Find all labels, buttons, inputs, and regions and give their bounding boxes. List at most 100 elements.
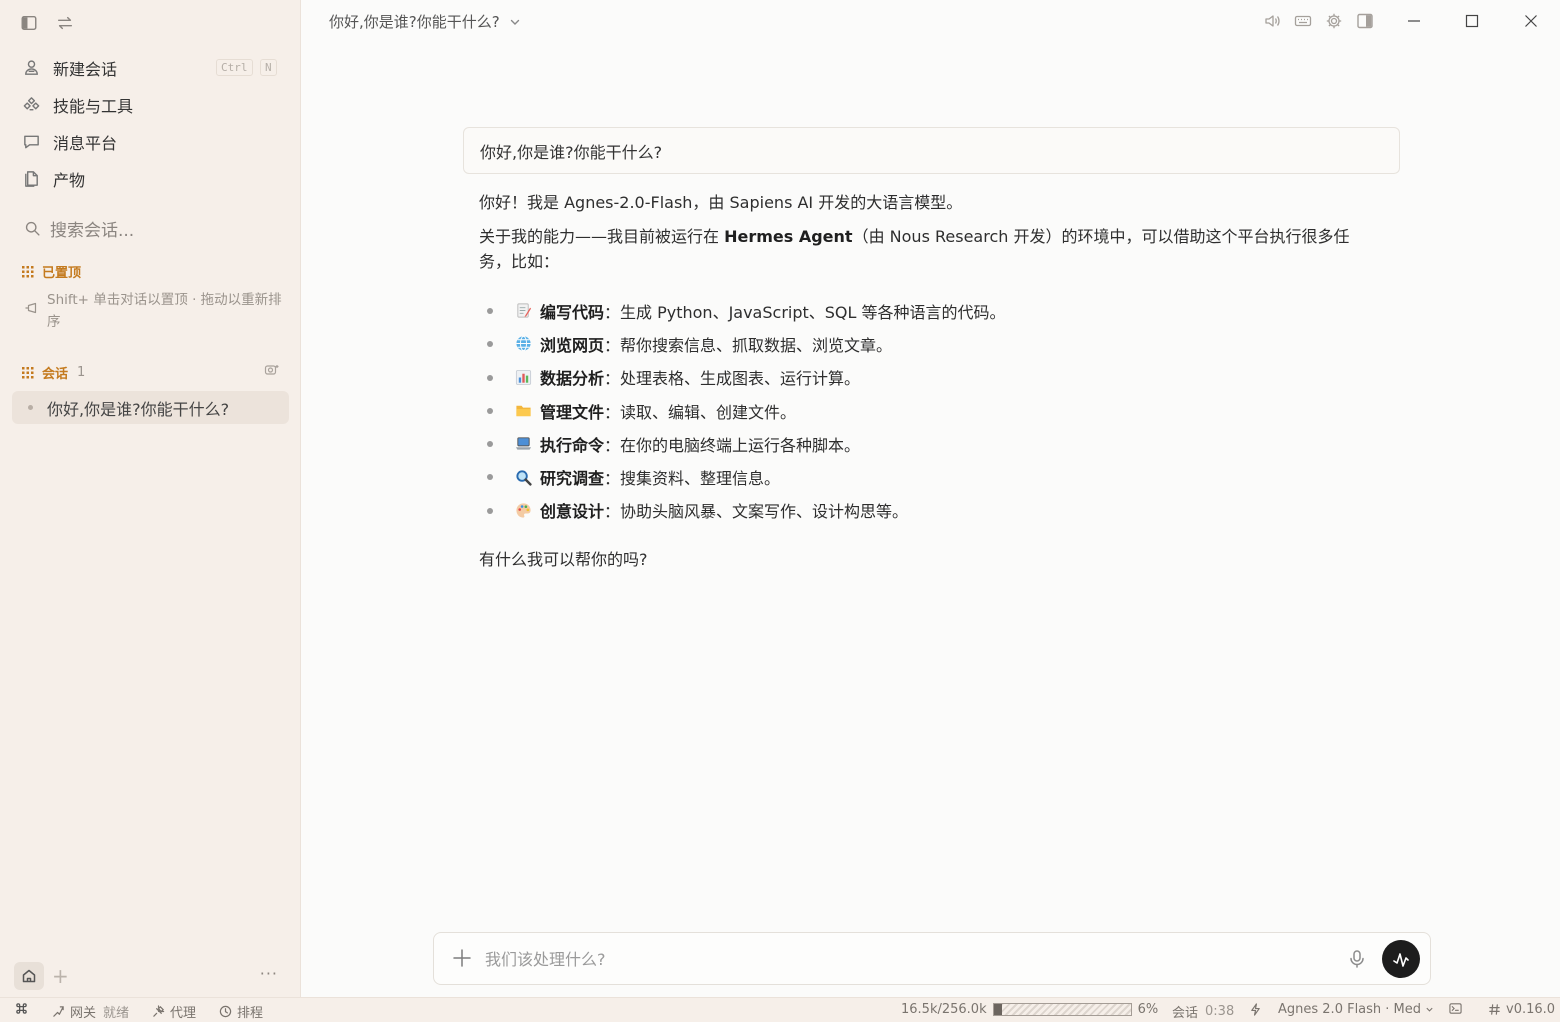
session-search[interactable]: 搜索会话... [24,216,134,241]
maximize-icon[interactable] [1462,11,1482,31]
grid-icon [22,265,34,277]
composer [433,932,1431,985]
capability-list: 编写代码 ：生成 Python、JavaScript、SQL 等各种语言的代码。 … [479,294,1379,527]
chevron-down-icon [510,19,519,25]
minimize-icon[interactable] [1404,11,1424,31]
capability-desc: ：读取、编辑、创建文件。 [604,402,797,422]
message-bubble-icon [24,135,39,149]
conversation-title-dropdown[interactable]: 你好,你是谁?你能干什么? [329,11,521,32]
right-panel-icon[interactable] [1355,11,1375,31]
capability-title: 数据分析 [540,369,605,389]
laptop-icon [514,435,532,453]
more-button[interactable]: ··· [260,964,278,983]
new-chat-icon [25,60,38,75]
session-timer: 会话 0:38 [1172,1002,1234,1021]
search-placeholder: 搜索会话... [50,221,135,241]
model-selector[interactable]: Agnes 2.0 Flash · Med [1249,1002,1434,1017]
shortcut-ctrl-key: Ctrl [216,59,253,76]
document-copy-icon [25,171,38,187]
shortcut-n-key: N [260,59,277,76]
pinned-section-header: 已置顶 [22,262,81,281]
capability-desc: ：处理表格、生成图表、运行计算。 [604,369,861,389]
hash-icon [1489,1004,1500,1015]
close-icon[interactable] [1521,11,1541,31]
pinned-title: 已置顶 [42,266,82,281]
artifacts-item[interactable]: 产物 [12,160,289,197]
switch-arrows-icon[interactable] [54,12,76,34]
palette-icon [514,501,532,519]
gear-icon[interactable] [1324,11,1344,31]
sidebar-nav: 新建会话 Ctrl N 技能与工具 消息平台 产物 [12,49,289,197]
model-name: Agnes 2.0 Flash · Med [1278,1002,1422,1017]
voice-wave-icon [1393,953,1409,967]
capability-title: 创意设计 [540,502,605,522]
toolbar-icons [1262,11,1375,31]
keyboard-icon[interactable] [1293,11,1313,31]
capability-title: 研究调查 [540,469,605,489]
lightning-icon [1251,1003,1260,1016]
gateway-icon [53,1006,64,1017]
schedule-label: 排程 [237,1006,264,1021]
reply-env-prefix: 关于我的能力——我目前被运行在 [479,227,725,246]
skills-tools-item[interactable]: 技能与工具 [12,86,289,123]
command-icon[interactable] [15,1002,33,1015]
context-usage-fill [993,1004,1002,1015]
new-chat-item[interactable]: 新建会话 Ctrl N [12,49,289,86]
context-usage[interactable]: 16.5k/256.0k 6% [901,1002,1158,1017]
sessions-section-header: 会话 1 [22,363,85,382]
sessions-title: 会话 [42,367,69,382]
sidebar-bottom-bar: + ··· [14,962,290,990]
chevron-down-icon [1426,1007,1433,1012]
capability-desc: ：搜集资料、整理信息。 [604,469,781,489]
session-timer-label: 会话 [1172,1006,1199,1021]
reply-environment: 关于我的能力——我目前被运行在 Hermes Agent（由 Nous Rese… [479,224,1379,274]
gateway-label: 网关 [70,1006,97,1021]
message-platform-item[interactable]: 消息平台 [12,123,289,160]
pinned-hint-text: Shift+ 单击对话以置顶 · 拖动以重新排序 [47,292,282,330]
capability-desc: ：帮你搜索信息、抓取数据、浏览文章。 [604,335,893,355]
home-icon [22,969,36,983]
proxy-label: 代理 [170,1006,197,1021]
capability-title: 执行命令 [540,435,605,455]
list-item: 研究调查 ：搜集资料、整理信息。 [479,460,1379,493]
reply-intro: 你好！我是 Agnes-2.0-Flash，由 Sapiens AI 开发的大语… [479,193,963,212]
chat-main: 你好,你是谁?你能干什么? 你好,你是谁?你能干什么? 你好！我是 Agnes-… [302,0,1560,997]
globe-icon [514,335,532,353]
skills-tools-icon [23,97,40,111]
speaker-icon[interactable] [1262,11,1282,31]
list-item: 创意设计 ：协助头脑风暴、文案写作、设计构思等。 [479,494,1379,527]
capability-desc: ：协助头脑风暴、文案写作、设计构思等。 [604,502,909,522]
plus-icon[interactable] [451,947,473,969]
list-item: 数据分析 ：处理表格、生成图表、运行计算。 [479,361,1379,394]
session-filter-icon[interactable] [264,362,280,378]
microphone-icon[interactable] [1347,949,1367,969]
user-message-text: 你好,你是谁?你能干什么? [480,142,663,162]
session-item-label: 你好,你是谁?你能干什么? [47,399,230,419]
toggle-sidebar-icon[interactable] [18,12,40,34]
memo-icon [514,302,532,320]
sidebar: 新建会话 Ctrl N 技能与工具 消息平台 产物 搜索会话... 已置顶 Sh… [0,0,301,997]
new-chat-label: 新建会话 [53,59,118,79]
artifacts-label: 产物 [53,170,86,190]
version-label: v0.16.0 [1506,1002,1556,1017]
sessions-count: 1 [77,365,86,380]
capability-title: 编写代码 [540,302,605,322]
home-button[interactable] [14,962,44,990]
session-item[interactable]: 你好,你是谁?你能干什么? [12,391,289,424]
skills-tools-label: 技能与工具 [53,96,134,116]
version-info[interactable]: v0.16.0 [1488,1002,1555,1017]
reply-closing: 有什么我可以帮你的吗? [479,550,648,570]
grid-icon [22,366,34,378]
proxy-status[interactable]: 代理 [152,1002,196,1021]
capability-title: 管理文件 [540,402,605,422]
context-usage-text: 16.5k/256.0k [901,1002,987,1017]
schedule-status[interactable]: 排程 [219,1002,263,1021]
list-item: 管理文件 ：读取、编辑、创建文件。 [479,394,1379,427]
message-input[interactable] [485,945,1325,973]
status-bar: 网关 就绪 代理 排程 16.5k/256.0k 6% 会话 0:38 Agne… [0,997,1560,1022]
list-item: 执行命令 ：在你的电脑终端上运行各种脚本。 [479,427,1379,460]
send-button[interactable] [1382,940,1420,978]
gateway-status[interactable]: 网关 就绪 [52,1002,129,1021]
terminal-icon[interactable] [1449,1002,1467,1015]
add-tab-button[interactable]: + [52,966,69,986]
